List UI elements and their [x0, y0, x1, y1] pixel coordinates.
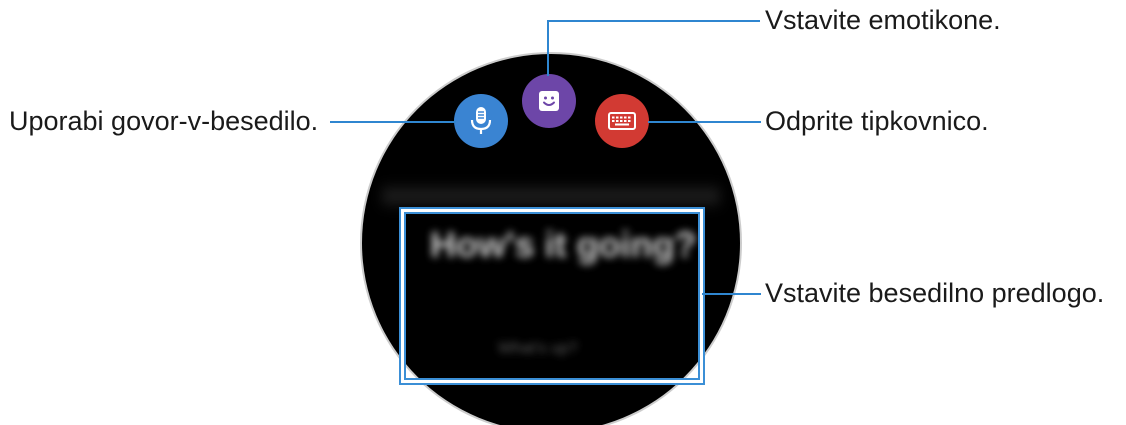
keyboard-icon — [608, 112, 636, 130]
template-highlight-frame — [401, 209, 703, 383]
emoticon-button[interactable] — [522, 74, 576, 128]
callout-text-template: Vstavite besedilno predlogo. — [765, 278, 1105, 308]
callout-line-keyboard — [648, 121, 761, 123]
illustration: How's it going? What's up? Uporabi govor… — [0, 0, 1126, 425]
callout-line-emoticon-horizontal — [547, 20, 760, 22]
callout-emoticons: Vstavite emotikone. — [765, 5, 1001, 35]
smiley-icon — [539, 91, 559, 111]
callout-line-speech — [330, 121, 456, 123]
divider-glow — [382, 182, 720, 210]
callout-keyboard: Odprite tipkovnico. — [765, 106, 989, 136]
callout-line-emoticon-vertical — [547, 20, 549, 76]
callout-line-template — [702, 293, 761, 295]
speech-to-text-button[interactable] — [454, 94, 508, 148]
microphone-icon — [470, 107, 492, 134]
callout-speech-to-text: Uporabi govor-v-besedilo. — [9, 106, 319, 136]
keyboard-button[interactable] — [595, 94, 649, 148]
